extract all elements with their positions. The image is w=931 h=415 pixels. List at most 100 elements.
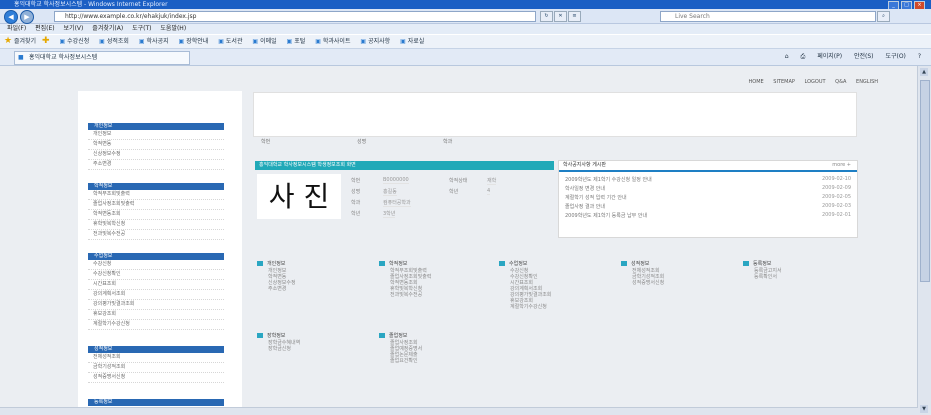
- menu-view[interactable]: 보기(V): [64, 25, 84, 32]
- menu-group-head[interactable]: 성적정보: [621, 260, 664, 268]
- profile-value: B0000000: [383, 177, 409, 184]
- forward-icon[interactable]: ▶: [20, 10, 34, 24]
- favorite-link[interactable]: 공지사항: [360, 38, 390, 45]
- favorites-label[interactable]: 즐겨찾기: [14, 38, 36, 45]
- top-link-english[interactable]: ENGLISH: [856, 79, 878, 85]
- sidebar-section: 등록정보: [88, 399, 224, 406]
- scroll-up-icon[interactable]: ▲: [920, 68, 928, 76]
- notice-row[interactable]: 계절학기 성적 입력 기간 안내 2009-02-05: [565, 194, 851, 201]
- favorite-link[interactable]: 이메일: [252, 38, 276, 45]
- menu-group-item[interactable]: 전과및복수전공: [379, 292, 431, 298]
- top-link-sitemap[interactable]: SITEMAP: [773, 79, 795, 85]
- page-menu[interactable]: 페이지(P): [817, 53, 842, 60]
- notice-row-title[interactable]: 졸업사정 결과 안내: [565, 204, 605, 210]
- search-icon[interactable]: ⌕: [877, 11, 890, 22]
- favorite-link[interactable]: 자료실: [400, 38, 424, 45]
- menu-group-item[interactable]: 주소변경: [257, 286, 296, 292]
- menu-tools[interactable]: 도구(T): [132, 25, 151, 32]
- notice-row-title[interactable]: 2009학년도 제1학기 등록금 납부 안내: [565, 213, 647, 219]
- top-links: HOME SITEMAP LOGOUT Q&A ENGLISH: [741, 79, 878, 85]
- sidebar-item[interactable]: 수강신청확인: [88, 270, 224, 280]
- sidebar-section: 개인정보 개인정보 학적변동 신상정보수정 주소변경: [88, 123, 224, 170]
- sidebar-item[interactable]: 시간표조회: [88, 280, 224, 290]
- sidebar-item[interactable]: 졸업사정조회및출력: [88, 200, 224, 210]
- sidebar-item[interactable]: 신상정보수정: [88, 150, 224, 160]
- menu-group-head[interactable]: 졸업정보: [379, 332, 422, 340]
- notice-more-link[interactable]: more +: [832, 161, 851, 170]
- sidebar-item[interactable]: 계절학기수강신청: [88, 320, 224, 330]
- sidebar-section-head[interactable]: 성적정보: [88, 346, 224, 353]
- favorite-link[interactable]: 수강신청: [59, 38, 89, 45]
- notice-row-title[interactable]: 계절학기 성적 입력 기간 안내: [565, 195, 627, 201]
- notice-row[interactable]: 2009학년도 제1학기 수강신청 일정 안내 2009-02-10: [565, 176, 851, 183]
- refresh-icon[interactable]: ↻: [540, 11, 553, 22]
- menu-group-item[interactable]: 졸업요건확인: [379, 358, 422, 364]
- favorite-link[interactable]: 장학안내: [179, 38, 209, 45]
- menu-group-item[interactable]: 계절학기수강신청: [499, 304, 551, 310]
- favorite-link[interactable]: 학사공지: [139, 38, 169, 45]
- menu-group-item[interactable]: 등록확인서: [743, 274, 782, 280]
- tools-menu[interactable]: 도구(O): [885, 53, 905, 60]
- menu-group-head[interactable]: 등록정보: [743, 260, 782, 268]
- menu-help[interactable]: 도움말(H): [160, 25, 186, 32]
- sidebar-section-head[interactable]: 등록정보: [88, 399, 224, 406]
- sidebar-item[interactable]: 수강신청: [88, 260, 224, 270]
- scroll-down-icon[interactable]: ▼: [920, 405, 928, 413]
- sidebar-item[interactable]: 개인정보: [88, 130, 224, 140]
- address-input[interactable]: http://www.example.co.kr/ehakjuk/index.j…: [54, 11, 536, 22]
- notice-row-title[interactable]: 학사일정 변경 안내: [565, 186, 605, 192]
- sidebar-item[interactable]: 성적증명서신청: [88, 373, 224, 383]
- tab-current[interactable]: 홍익대학교 학사정보시스템: [14, 51, 190, 65]
- favorite-link[interactable]: 포털: [287, 38, 306, 45]
- menu-group-item[interactable]: 장학금신청: [257, 346, 300, 352]
- menu-edit[interactable]: 편집(E): [35, 25, 55, 32]
- menu-group: 개인정보 개인정보 학적변동 신상정보수정 주소변경: [257, 260, 296, 292]
- sidebar-item[interactable]: 학적변동: [88, 140, 224, 150]
- help-icon[interactable]: ?: [918, 53, 921, 60]
- menu-group-item[interactable]: 성적증명서신청: [621, 280, 664, 286]
- menu-group-head[interactable]: 수업정보: [499, 260, 551, 268]
- safety-menu[interactable]: 안전(S): [854, 53, 874, 60]
- sidebar-item[interactable]: 학적부조회및출력: [88, 190, 224, 200]
- window-title: 홍익대학교 학사정보시스템 - Windows Internet Explore…: [14, 1, 168, 8]
- sidebar-item[interactable]: 강의계획서조회: [88, 290, 224, 300]
- sidebar-item[interactable]: 주소변경: [88, 160, 224, 170]
- menu-group-head[interactable]: 개인정보: [257, 260, 296, 268]
- menu-file[interactable]: 파일(F): [7, 25, 26, 32]
- top-link-qna[interactable]: Q&A: [835, 79, 846, 85]
- top-link-home[interactable]: HOME: [749, 79, 764, 85]
- home-icon[interactable]: ⌂: [785, 53, 789, 60]
- menu-group-head[interactable]: 학적정보: [379, 260, 431, 268]
- sidebar-section-head[interactable]: 학적정보: [88, 183, 224, 190]
- favorites-star-icon[interactable]: ★: [4, 36, 12, 46]
- notice-row[interactable]: 졸업사정 결과 안내 2009-02-03: [565, 203, 851, 210]
- notice-row[interactable]: 학사일정 변경 안내 2009-02-09: [565, 185, 851, 192]
- print-icon[interactable]: ⎙: [800, 53, 805, 60]
- sidebar-item[interactable]: 금학기성적조회: [88, 363, 224, 373]
- sidebar-section-head[interactable]: 수업정보: [88, 253, 224, 260]
- sidebar-section-head[interactable]: 개인정보: [88, 123, 224, 130]
- vertical-scrollbar[interactable]: ▲ ▼: [917, 66, 931, 415]
- top-link-logout[interactable]: LOGOUT: [805, 79, 826, 85]
- horizontal-scrollbar[interactable]: [0, 407, 918, 415]
- stop-icon[interactable]: ✕: [554, 11, 567, 22]
- favorite-link[interactable]: 학과사이트: [315, 38, 350, 45]
- add-favorite-icon[interactable]: ✚: [42, 36, 50, 46]
- favorite-link[interactable]: 성적조회: [99, 38, 129, 45]
- sidebar-item[interactable]: 휴학및복학신청: [88, 220, 224, 230]
- notice-row[interactable]: 2009학년도 제1학기 등록금 납부 안내 2009-02-01: [565, 212, 851, 219]
- notice-row-date: 2009-02-03: [821, 203, 851, 209]
- menu-favorites[interactable]: 즐겨찾기(A): [92, 25, 123, 32]
- sidebar-item[interactable]: 강의평가및결과조회: [88, 300, 224, 310]
- sidebar-item[interactable]: 전체성적조회: [88, 353, 224, 363]
- sidebar-item[interactable]: 휴보강조회: [88, 310, 224, 320]
- search-input[interactable]: Live Search: [660, 11, 876, 22]
- scroll-thumb[interactable]: [920, 80, 930, 282]
- menu-group-head[interactable]: 장학정보: [257, 332, 300, 340]
- favorite-link[interactable]: 도서관: [218, 38, 242, 45]
- back-icon[interactable]: ◀: [4, 10, 18, 24]
- feed-icon[interactable]: ≡: [568, 11, 581, 22]
- sidebar-item[interactable]: 학적변동조회: [88, 210, 224, 220]
- notice-row-title[interactable]: 2009학년도 제1학기 수강신청 일정 안내: [565, 177, 652, 183]
- sidebar-item[interactable]: 전과및복수전공: [88, 230, 224, 240]
